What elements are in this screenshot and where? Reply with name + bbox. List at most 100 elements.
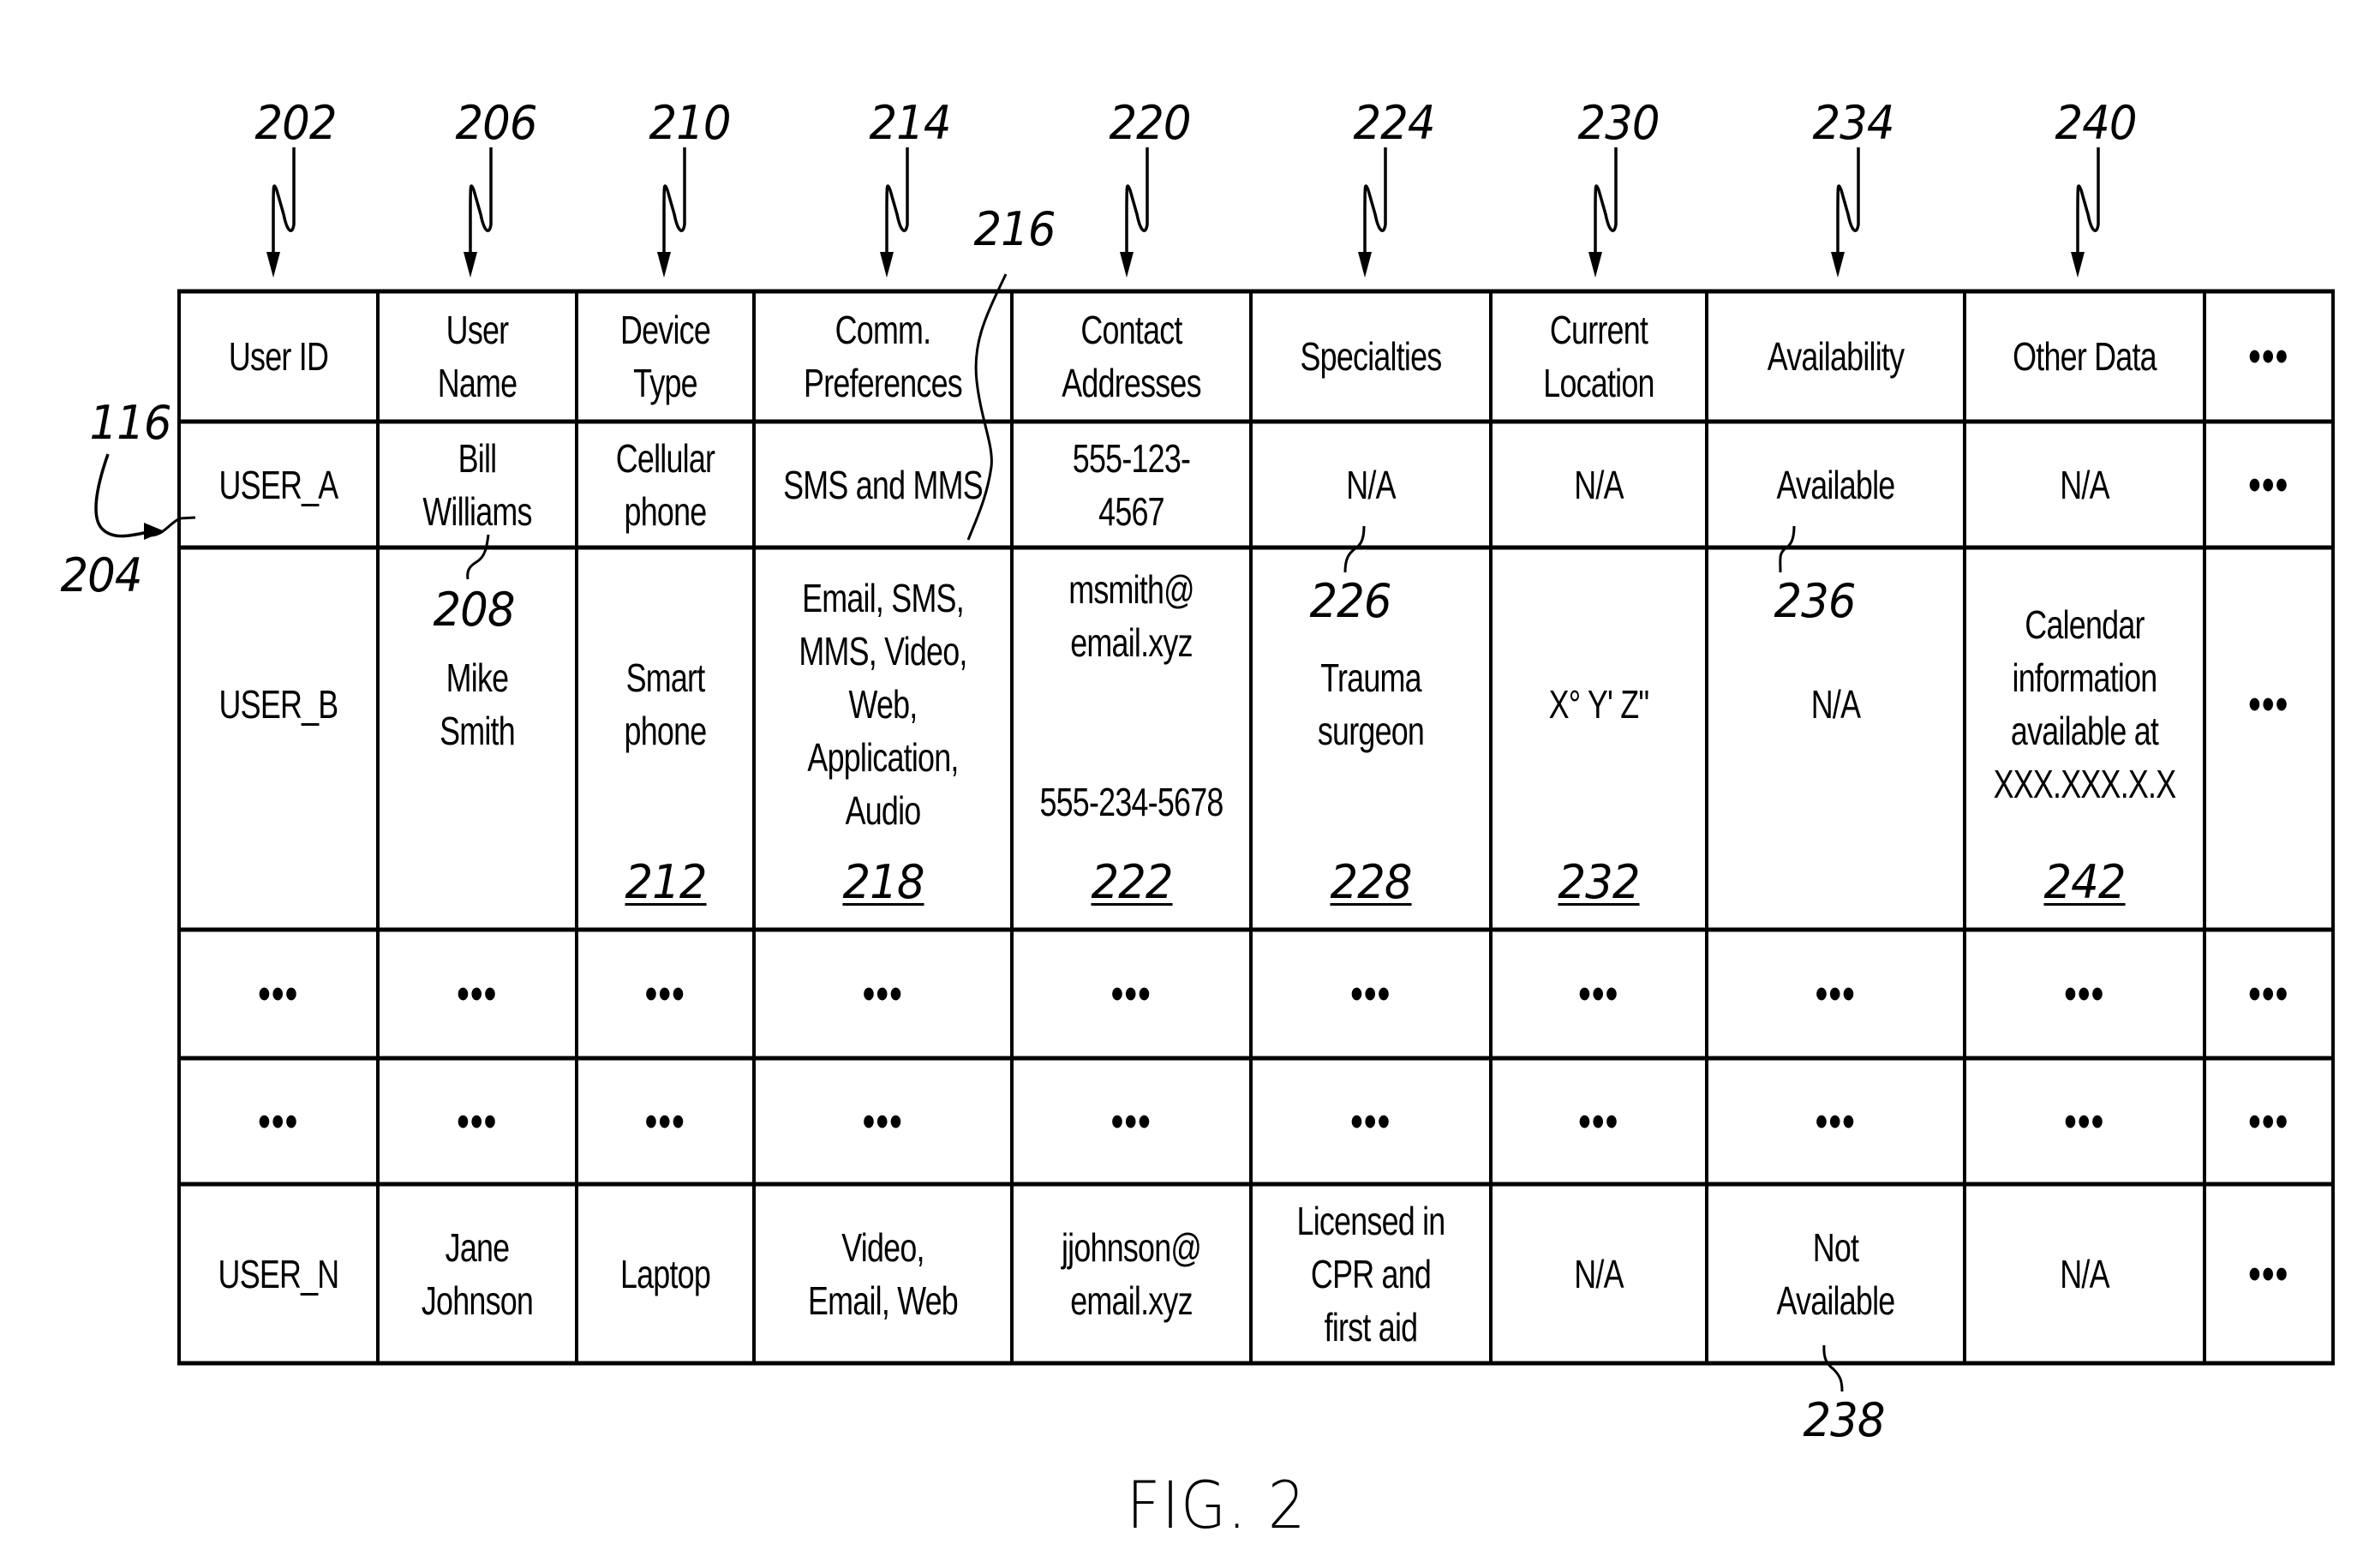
cell-line: Johnson xyxy=(421,1278,534,1323)
cell-line: ••• xyxy=(1815,969,1857,1019)
table-cell: ••• xyxy=(201,930,356,1058)
cell-line: Smart xyxy=(625,655,706,700)
table-cell: ••• xyxy=(1038,930,1225,1058)
cell-line xyxy=(1128,669,1135,722)
cell-line: ••• xyxy=(1815,1096,1857,1146)
cell-line: Preferences xyxy=(804,361,963,405)
cell-line: Trauma xyxy=(1320,655,1421,700)
cell-line: 555-123- xyxy=(1072,435,1191,481)
table-cell: msmith@ email.xyz 555-234-5678 xyxy=(1038,505,1225,887)
cell-line: ••• xyxy=(2248,969,2289,1019)
cell-line: N/A xyxy=(1574,1251,1624,1296)
table-cell: Video, Email, Web xyxy=(782,1184,984,1363)
cell-line: information xyxy=(2012,655,2158,700)
cell-line: XXX.XXX.X.X xyxy=(1993,762,2177,806)
cell-line: USER_B xyxy=(218,682,339,727)
arrowhead-icon xyxy=(1831,252,1845,278)
table-cell: N/A xyxy=(1515,1184,1684,1363)
leader-line xyxy=(469,147,493,257)
cell-line: N/A xyxy=(2060,462,2109,507)
cell-line: N/A xyxy=(1810,682,1861,727)
column-ref-numeral: 240 xyxy=(2055,96,2137,150)
cell-line: ••• xyxy=(644,1096,686,1146)
cell-line: Contact xyxy=(1080,308,1182,352)
cell-line: N/A xyxy=(2060,1251,2109,1296)
table-cell: ••• xyxy=(2219,1184,2319,1363)
table-cell: ••• xyxy=(400,930,555,1058)
table-cell: ••• xyxy=(400,1058,555,1184)
cell-line: Specialties xyxy=(1300,334,1443,379)
cell-line: Web, xyxy=(848,682,918,727)
column-ref-numeral: 210 xyxy=(649,96,731,150)
cell-line: surgeon xyxy=(1317,709,1425,753)
cell-line: Application, xyxy=(807,735,959,780)
cell-line: ••• xyxy=(1578,969,1619,1019)
column-ref-numeral: 202 xyxy=(254,96,337,150)
cell-line: ••• xyxy=(1350,969,1391,1019)
table-cell: N/A xyxy=(1991,1184,2178,1363)
arrowhead-icon xyxy=(464,252,477,278)
ref-236-label: 236 xyxy=(1774,574,1856,628)
arrowhead-icon xyxy=(657,252,671,278)
arrowhead-icon xyxy=(1358,252,1372,278)
table-cell: Laptop xyxy=(596,1184,734,1363)
leader-line xyxy=(2076,147,2100,257)
ref-216-label: 216 xyxy=(973,202,1056,256)
column-ref-numeral: 206 xyxy=(455,96,537,150)
column-header: User Name xyxy=(400,291,555,422)
ref-238-label: 238 xyxy=(1803,1393,1885,1447)
table-cell: ••• xyxy=(782,930,984,1058)
table-cell: ••• xyxy=(596,1058,734,1184)
cell-line: User ID xyxy=(228,334,329,379)
table-cell: jjohnson@ email.xyz xyxy=(1038,1184,1225,1363)
cell-line: Not xyxy=(1812,1224,1859,1270)
cell-ref-numeral: 228 xyxy=(1330,855,1412,909)
cell-line: ••• xyxy=(2248,459,2289,510)
cell-line: email.xyz xyxy=(1070,620,1193,665)
cell-line: ••• xyxy=(2248,332,2289,381)
ref-204-leader xyxy=(150,516,196,537)
cell-ref-numeral: 242 xyxy=(2043,855,2126,909)
cell-line: Available xyxy=(1776,1278,1896,1323)
arrowhead-icon xyxy=(2071,252,2085,278)
cell-line: email.xyz xyxy=(1070,1278,1193,1323)
cell-line: ••• xyxy=(1578,1096,1619,1146)
cell-line: ••• xyxy=(2248,1096,2289,1146)
table-cell: ••• xyxy=(1735,930,1936,1058)
table-cell: Email, SMS, MMS, Video, Web, Application, Au… xyxy=(782,513,984,895)
cell-line xyxy=(1128,722,1135,775)
cell-line: Email, Web xyxy=(808,1278,959,1323)
table-cell: Jane Johnson xyxy=(400,1184,555,1363)
cell-line: ••• xyxy=(2064,969,2105,1019)
column-ref-numeral: 230 xyxy=(1577,96,1660,150)
cell-line: User xyxy=(446,308,509,352)
cell-line: ••• xyxy=(862,1096,904,1146)
cell-line: SMS and MMS xyxy=(783,462,983,507)
cell-ref-numeral: 222 xyxy=(1090,855,1173,909)
table-cell: Trauma surgeon xyxy=(1277,513,1464,895)
cell-ref-numeral: 212 xyxy=(624,855,707,909)
arrowhead-icon xyxy=(880,252,894,278)
cell-line: X° Y' Z" xyxy=(1548,682,1650,727)
cell-line: USER_A xyxy=(218,462,339,507)
table-cell: ••• xyxy=(1515,930,1684,1058)
column-header: ••• xyxy=(2219,291,2319,422)
table-cell: ••• xyxy=(1991,1058,2178,1184)
cell-line: Calendar xyxy=(2025,602,2145,647)
column-header: Current Location xyxy=(1515,291,1684,422)
ref-204-label: 204 xyxy=(60,548,142,602)
table-cell: ••• xyxy=(1991,930,2178,1058)
arrowhead-icon xyxy=(266,252,280,278)
cell-line: Available xyxy=(1776,462,1896,507)
cell-line: ••• xyxy=(1110,969,1152,1019)
cell-line: Other Data xyxy=(2013,334,2157,379)
cell-line: msmith@ xyxy=(1068,567,1194,612)
cell-line: ••• xyxy=(2248,1248,2289,1299)
table-cell: ••• xyxy=(1277,1058,1464,1184)
column-header: Comm. Preferences xyxy=(782,291,984,422)
cell-line: Jane xyxy=(445,1224,510,1270)
table-cell: X° Y' Z" xyxy=(1515,513,1684,895)
patent-figure: User ID User Name Device Type Comm. Preference… xyxy=(0,0,2375,1568)
cell-line: 555-234-5678 xyxy=(1039,780,1223,824)
column-ref-numeral: 224 xyxy=(1353,96,1435,150)
